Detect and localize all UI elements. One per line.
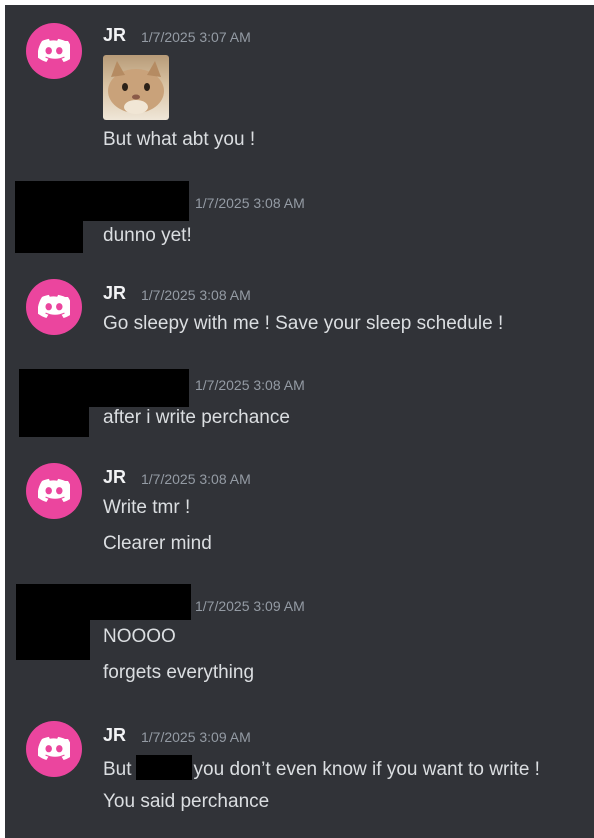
cat-icon	[108, 61, 164, 114]
redacted-username	[16, 584, 191, 620]
cat-image[interactable]	[103, 55, 169, 120]
discord-logo-icon	[38, 478, 70, 502]
username[interactable]: JR	[103, 725, 126, 746]
username[interactable]: JR	[103, 283, 126, 304]
message-text: Go sleepy with me ! Save your sleep sche…	[103, 313, 504, 334]
message-text: Clearer mind	[103, 533, 212, 554]
redacted-avatar	[16, 616, 90, 660]
message-group: 1/7/2025 3:08 AM after i write perchance	[5, 365, 594, 445]
timestamp: 1/7/2025 3:08 AM	[141, 471, 251, 487]
message-text-part: you don’t even know if you want to write…	[193, 759, 540, 780]
message-text: NOOOO	[103, 626, 176, 647]
message-text: forgets everything	[103, 662, 255, 683]
message-group: JR 1/7/2025 3:08 AM Go sleepy with me ! …	[5, 267, 594, 362]
avatar[interactable]	[26, 463, 82, 519]
message-text-part: But	[103, 759, 132, 780]
discord-logo-icon	[38, 294, 70, 318]
message-group: 1/7/2025 3:09 AM NOOOO forgets everythin…	[5, 580, 594, 690]
discord-logo-icon	[38, 38, 70, 62]
redacted-mention	[135, 755, 192, 780]
message-text: after i write perchance	[103, 407, 290, 428]
avatar[interactable]	[26, 279, 82, 335]
avatar[interactable]	[26, 721, 82, 777]
message-text: dunno yet!	[103, 225, 192, 246]
username[interactable]: JR	[103, 25, 126, 46]
timestamp: 1/7/2025 3:08 AM	[195, 195, 305, 211]
message-group: JR 1/7/2025 3:07 AM But what abt you !	[5, 5, 594, 165]
chat-log: JR 1/7/2025 3:07 AM But what abt you ! 1…	[5, 5, 594, 838]
timestamp: 1/7/2025 3:09 AM	[141, 729, 251, 745]
message-text: But you don’t even know if you want to wr…	[103, 755, 540, 781]
message-text: You said perchance	[103, 791, 270, 812]
message-group: JR 1/7/2025 3:08 AM Write tmr ! Clearer …	[5, 451, 594, 573]
redacted-avatar	[19, 401, 89, 437]
message-text: Write tmr !	[103, 497, 191, 518]
timestamp: 1/7/2025 3:08 AM	[141, 287, 251, 303]
timestamp: 1/7/2025 3:07 AM	[141, 29, 251, 45]
avatar[interactable]	[26, 23, 82, 79]
discord-logo-icon	[38, 736, 70, 760]
username[interactable]: JR	[103, 467, 126, 488]
message-text: But what abt you !	[103, 129, 256, 150]
message-group: 1/7/2025 3:08 AM dunno yet!	[5, 175, 594, 265]
redacted-avatar	[15, 215, 83, 253]
message-group: JR 1/7/2025 3:09 AM But you don’t even kn…	[5, 709, 594, 834]
timestamp: 1/7/2025 3:08 AM	[195, 377, 305, 393]
timestamp: 1/7/2025 3:09 AM	[195, 598, 305, 614]
